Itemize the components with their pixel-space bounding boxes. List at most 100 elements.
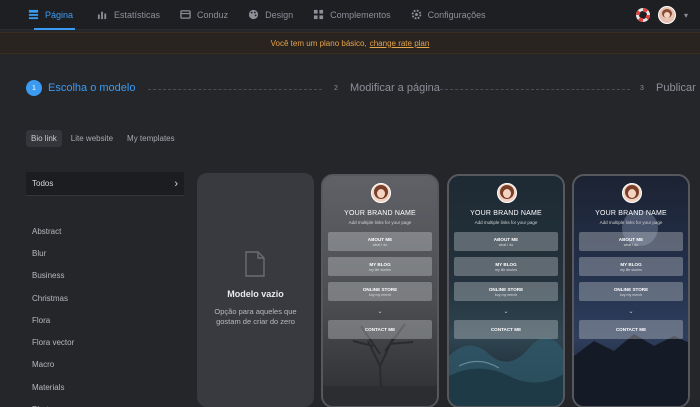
empty-template-title: Modelo vazio bbox=[227, 289, 284, 299]
brand-name: YOUR BRAND NAME bbox=[470, 210, 542, 217]
nav-tab-label: Complementos bbox=[330, 9, 391, 20]
category-item[interactable]: Abstract bbox=[26, 220, 184, 242]
category-sidebar: Todos › Abstract Blur Business Christmas… bbox=[26, 172, 184, 407]
link-sub: buy my merch bbox=[368, 293, 392, 297]
nav-tab-page[interactable]: Página bbox=[20, 0, 81, 30]
step-number: 3 bbox=[640, 84, 644, 92]
leads-icon bbox=[180, 10, 191, 19]
banner-text: Você tem um plano básico, bbox=[270, 38, 367, 48]
template-type-tabs: Bio link Lite website My templates bbox=[26, 130, 180, 147]
nav-tab-statistics[interactable]: Estatísticas bbox=[89, 0, 168, 30]
brand-subtitle: Add multiple links for your page bbox=[474, 220, 538, 225]
nav-tab-label: Conduz bbox=[197, 9, 229, 20]
step-divider bbox=[440, 89, 630, 90]
gear-icon bbox=[411, 9, 421, 20]
category-item[interactable]: Flora bbox=[26, 309, 184, 331]
link-button: CONTACT ME bbox=[454, 320, 558, 339]
brand-avatar bbox=[497, 183, 517, 203]
step-publish: 3 Publicar bbox=[634, 80, 696, 96]
top-nav: Página Estatísticas Conduz Design Comple… bbox=[0, 0, 700, 30]
link-button: MY BLOG my life stories bbox=[328, 257, 432, 276]
addons-icon bbox=[314, 9, 324, 20]
step-divider bbox=[148, 89, 322, 90]
nav-right: ▾ bbox=[635, 0, 688, 30]
chart-icon bbox=[97, 11, 107, 20]
link-sub: buy my merch bbox=[494, 293, 518, 297]
step-number: 2 bbox=[334, 84, 338, 92]
link-label: ABOUT ME bbox=[618, 237, 644, 242]
link-label: CONTACT ME bbox=[490, 327, 522, 332]
brand-subtitle: Add multiple links for your page bbox=[348, 220, 412, 225]
link-sub: what I do bbox=[623, 243, 639, 247]
change-plan-link[interactable]: change rate plan bbox=[370, 39, 430, 48]
help-lifebuoy-icon[interactable] bbox=[635, 8, 650, 22]
link-button: MY BLOG my life stories bbox=[454, 257, 558, 276]
category-item[interactable]: Blur bbox=[26, 242, 184, 264]
nav-tab-design[interactable]: Design bbox=[240, 0, 301, 30]
chevron-right-icon: › bbox=[174, 177, 178, 190]
link-sub: buy my merch bbox=[619, 293, 643, 297]
link-sub: my life stories bbox=[620, 268, 642, 272]
link-button: ABOUT ME what I do bbox=[454, 232, 558, 251]
category-item[interactable]: Christmas bbox=[26, 287, 184, 309]
link-label: ONLINE STORE bbox=[362, 287, 398, 292]
chevron-down-icon[interactable]: ▾ bbox=[684, 11, 688, 20]
link-button: ONLINE STORE buy my merch bbox=[328, 282, 432, 301]
step-choose-template[interactable]: 1 Escolha o modelo bbox=[26, 80, 135, 96]
nav-tab-leads[interactable]: Conduz bbox=[172, 0, 236, 30]
plan-banner: Você tem um plano básico, change rate pl… bbox=[0, 32, 700, 54]
category-item[interactable]: Photos bbox=[26, 398, 184, 407]
template-card[interactable]: YOUR BRAND NAME Add multiple links for y… bbox=[447, 174, 565, 407]
link-sub: my life stories bbox=[369, 268, 391, 272]
link-button: CONTACT ME bbox=[328, 320, 432, 339]
category-all-label: Todos bbox=[32, 179, 54, 188]
step-label: Modificar a página bbox=[350, 82, 440, 94]
link-label: ONLINE STORE bbox=[613, 287, 649, 292]
link-button: ONLINE STORE buy my merch bbox=[454, 282, 558, 301]
chevron-down-icon: ⌄ bbox=[628, 309, 634, 315]
link-label: MY BLOG bbox=[620, 262, 642, 267]
nav-tab-addons[interactable]: Complementos bbox=[305, 0, 399, 30]
tab-my-templates[interactable]: My templates bbox=[122, 130, 180, 147]
brand-avatar bbox=[622, 183, 642, 203]
step-modify-page: 2 Modificar a página bbox=[328, 80, 440, 96]
brand-subtitle: Add multiple links for your page bbox=[599, 220, 663, 225]
link-label: MY BLOG bbox=[369, 262, 391, 267]
brand-name: YOUR BRAND NAME bbox=[344, 210, 416, 217]
link-label: ONLINE STORE bbox=[488, 287, 524, 292]
chevron-down-icon: ⌄ bbox=[377, 309, 383, 315]
link-sub: my life stories bbox=[495, 268, 517, 272]
link-label: CONTACT ME bbox=[615, 327, 647, 332]
document-icon bbox=[245, 251, 265, 277]
chevron-down-icon: ⌄ bbox=[503, 309, 509, 315]
link-button: ONLINE STORE buy my merch bbox=[579, 282, 683, 301]
link-label: ABOUT ME bbox=[493, 237, 519, 242]
nav-tab-settings[interactable]: Configurações bbox=[403, 0, 494, 30]
category-item[interactable]: Macro bbox=[26, 354, 184, 376]
category-item[interactable]: Business bbox=[26, 265, 184, 287]
page-icon bbox=[28, 9, 39, 20]
link-button: ABOUT ME what I do bbox=[579, 232, 683, 251]
template-card-empty[interactable]: Modelo vazio Opção para aqueles que gost… bbox=[197, 173, 314, 407]
category-item[interactable]: Materials bbox=[26, 376, 184, 398]
link-button: ABOUT ME what I do bbox=[328, 232, 432, 251]
link-button: CONTACT ME bbox=[579, 320, 683, 339]
category-all[interactable]: Todos › bbox=[26, 172, 184, 196]
nav-tab-label: Design bbox=[265, 9, 294, 20]
user-avatar[interactable] bbox=[657, 6, 676, 24]
category-item[interactable]: Flora vector bbox=[26, 331, 184, 353]
link-sub: what I do bbox=[498, 243, 514, 247]
tab-bio-link[interactable]: Bio link bbox=[26, 130, 62, 147]
brand-avatar bbox=[371, 183, 391, 203]
link-label: ABOUT ME bbox=[367, 237, 393, 242]
link-sub: what I do bbox=[372, 243, 388, 247]
step-label: Publicar bbox=[656, 82, 696, 94]
stepper: 1 Escolha o modelo 2 Modificar a página … bbox=[26, 80, 696, 98]
link-label: CONTACT ME bbox=[364, 327, 396, 332]
step-label: Escolha o modelo bbox=[48, 82, 136, 94]
tab-lite-website[interactable]: Lite website bbox=[66, 130, 118, 147]
template-card[interactable]: YOUR BRAND NAME Add multiple links for y… bbox=[572, 174, 690, 407]
nav-tab-label: Configurações bbox=[427, 9, 486, 20]
nav-tab-label: Página bbox=[45, 9, 74, 20]
template-card[interactable]: YOUR BRAND NAME Add multiple links for y… bbox=[321, 174, 439, 407]
